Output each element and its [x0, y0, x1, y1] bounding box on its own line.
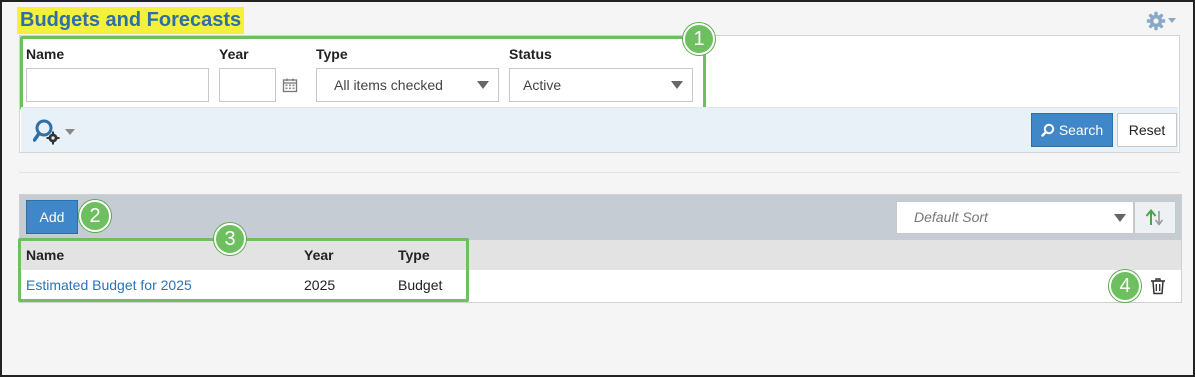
window-frame: Budgets and Forecasts Name Year Type All… [0, 0, 1195, 377]
callout-box-grid [18, 238, 469, 302]
callout-box-filters [20, 36, 706, 110]
page-title: Budgets and Forecasts [17, 7, 245, 34]
sort-select-placeholder: Default Sort [914, 209, 988, 225]
reset-button[interactable]: Reset [1117, 113, 1177, 147]
search-button[interactable]: Search [1031, 113, 1113, 147]
gear-icon [1146, 11, 1166, 31]
trash-icon[interactable] [1150, 277, 1166, 295]
filter-panel: Name Year Type All items checked Status … [19, 35, 1180, 153]
caret-down-icon [65, 128, 75, 135]
section-divider [19, 172, 1180, 173]
callout-marker-1: 1 [683, 23, 715, 55]
settings-menu[interactable] [1146, 10, 1186, 32]
callout-marker-2: 2 [79, 200, 111, 232]
caret-down-icon [1168, 18, 1176, 23]
sort-direction-icon [1145, 208, 1164, 226]
search-icon [1041, 123, 1055, 137]
callout-marker-3: 3 [214, 223, 246, 255]
results-toolbar: Add Default Sort [20, 195, 1181, 240]
add-button[interactable]: Add [26, 200, 78, 234]
search-button-label: Search [1058, 122, 1104, 138]
advanced-search-menu[interactable] [33, 118, 81, 146]
sort-direction-button[interactable] [1134, 201, 1176, 234]
caret-down-icon [1114, 214, 1126, 222]
callout-marker-4: 4 [1109, 270, 1141, 302]
results-grid: Add Default Sort Name Year Type Estimate… [18, 194, 1182, 303]
filter-toolbar: Search Reset [21, 107, 1178, 152]
advanced-search-icon [33, 119, 60, 145]
sort-select[interactable]: Default Sort [896, 201, 1134, 234]
